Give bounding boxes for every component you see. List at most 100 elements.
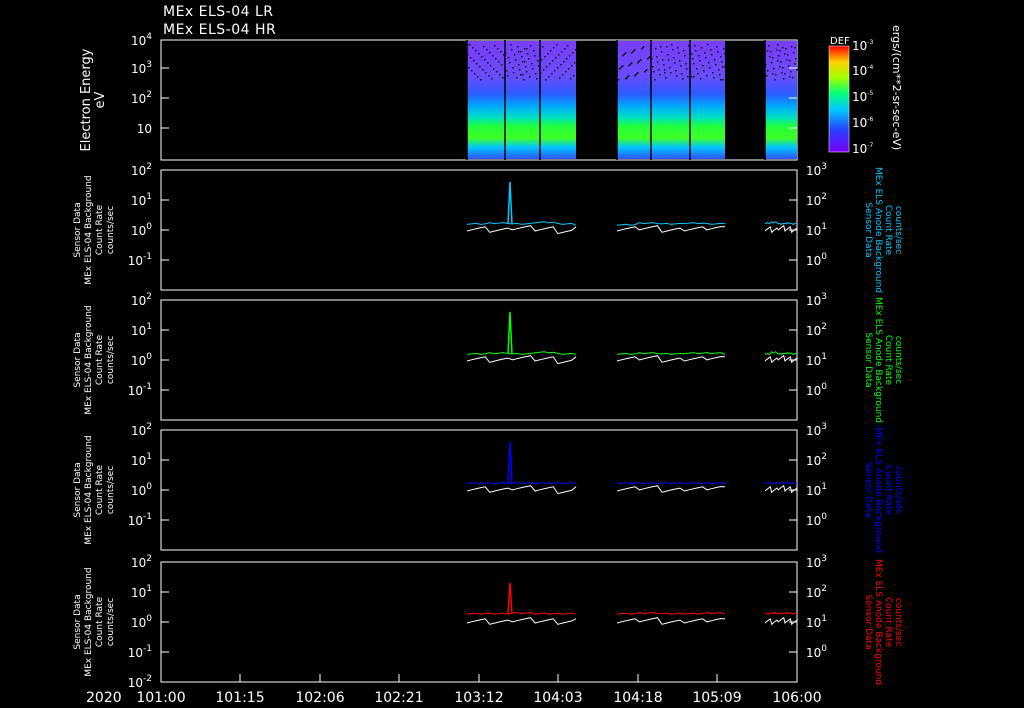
spectrogram-speck xyxy=(489,52,491,54)
spectrogram-speck xyxy=(509,62,511,64)
spectrogram-speck xyxy=(537,60,539,62)
spectrogram-speck xyxy=(571,65,573,67)
left-ytick-label: 101 xyxy=(131,584,152,600)
spectrogram-speck xyxy=(541,59,543,61)
spectrogram-speck xyxy=(697,73,699,75)
spectrogram-speck xyxy=(724,66,726,68)
panel-left-label: MEx ELS-04 Background xyxy=(84,435,94,544)
spectrogram-speck xyxy=(695,50,697,52)
spectrogram-block xyxy=(505,41,540,159)
spectrogram-speck xyxy=(777,60,779,62)
spectrogram-speck xyxy=(720,79,722,81)
spectrogram-speck xyxy=(693,63,695,65)
panel-right-label: Count Rate xyxy=(883,335,893,386)
spectrogram-speck xyxy=(714,59,716,61)
spectrogram-speck xyxy=(793,52,795,54)
spectrogram-speck xyxy=(719,74,721,76)
series-line xyxy=(466,355,577,365)
spectrogram-speck xyxy=(513,72,515,74)
spectrogram-speck xyxy=(781,72,783,74)
spectrogram-speck xyxy=(682,78,684,80)
series-line xyxy=(616,222,726,226)
spectrogram-speck xyxy=(690,71,692,73)
left-ytick-label: 10-2 xyxy=(128,674,152,690)
spectrogram-speck xyxy=(521,56,523,58)
spectrogram-speck xyxy=(634,75,636,77)
series-spike xyxy=(507,582,513,614)
x-tick-label: 102:21 xyxy=(374,690,423,706)
spectrogram-speck xyxy=(662,59,664,61)
x-tick-label: 104:03 xyxy=(533,690,582,706)
spectrogram-speck xyxy=(691,53,693,55)
spectrogram-speck xyxy=(701,47,703,49)
spectrogram-speck xyxy=(618,79,620,81)
spectrogram-speck xyxy=(773,68,775,70)
spectrogram-speck xyxy=(497,48,499,50)
spectrogram-speck xyxy=(556,44,558,46)
x-axis-year: 2020 xyxy=(86,690,122,706)
spectrogram-speck xyxy=(705,57,707,59)
series-line xyxy=(764,616,798,626)
spectrogram-speck xyxy=(791,46,793,48)
spectrogram-speck xyxy=(723,48,725,50)
spectrogram-speck xyxy=(572,52,574,54)
spectrogram-speck xyxy=(549,63,551,65)
spectrogram-speck xyxy=(575,49,577,51)
right-ytick-label: 103 xyxy=(806,554,827,570)
spectrogram-speck xyxy=(562,74,564,76)
colorbar: DEF 10-3 10-4 10-5 10-6 10-7 ergs/(cm**2-sr-… xyxy=(828,25,903,156)
panel-frame xyxy=(160,429,798,551)
spectrogram-speck xyxy=(517,46,519,48)
spectrogram-speck xyxy=(657,61,659,63)
spectrogram-speck xyxy=(569,55,571,57)
spectrogram-block xyxy=(651,41,690,159)
series-line xyxy=(764,611,798,615)
spectrogram-speck xyxy=(481,56,483,58)
spectrogram-speck xyxy=(700,78,702,80)
spectrogram-speck xyxy=(786,59,788,61)
count-rate-panel: 102 101 100 10-1 10-2 103 102 101 100 Sensor Data… xyxy=(73,554,903,690)
spectrogram-speck xyxy=(529,76,531,78)
panel-left-label: Count Rate xyxy=(95,596,105,647)
spectrogram-speck xyxy=(716,46,718,48)
spectrogram-speck xyxy=(777,44,779,46)
spectrogram-block xyxy=(765,41,797,159)
spectrogram-speck xyxy=(551,73,553,75)
spectrogram-speck xyxy=(664,69,666,71)
spectrogram-speck xyxy=(480,79,482,81)
spectrogram-speck xyxy=(493,68,495,70)
spectrogram-speck xyxy=(784,53,786,55)
panel-right-label: counts/sec xyxy=(893,466,903,514)
spectrogram-speck xyxy=(707,44,709,46)
series-line xyxy=(764,484,798,494)
spectrogram-speck xyxy=(475,50,477,52)
panel-left-label: Sensor Data xyxy=(73,594,83,649)
spectrogram-speck xyxy=(694,45,696,47)
spectrogram-speck xyxy=(709,67,711,69)
spectrogram-speck xyxy=(702,65,704,67)
spectrogram-panel: 104 103 102 10 Electron Energy eV xyxy=(79,32,798,161)
spectrogram-speck xyxy=(554,70,556,72)
x-tick-label: 101:15 xyxy=(215,690,264,706)
count-rate-panel: 10210110010-1103102101100Sensor Data MEx … xyxy=(73,162,903,293)
spectrogram-speck xyxy=(516,77,518,79)
count-rate-panel: 10210110010-1103102101100Sensor Data MEx … xyxy=(73,292,903,423)
spectrogram-speck xyxy=(679,60,681,62)
spectrogram-speck xyxy=(542,46,544,48)
spectrogram-speck xyxy=(527,53,529,55)
spectrogram-speck xyxy=(667,54,669,56)
spectrogram-speck xyxy=(511,49,513,51)
spectrogram-speck xyxy=(664,72,666,74)
spectrogram-speck xyxy=(625,78,627,80)
spectrogram-speck xyxy=(550,50,552,52)
spectrogram-speck xyxy=(794,47,796,49)
spectrogram-speck xyxy=(693,76,695,78)
spectrogram-speck xyxy=(544,56,546,58)
panel-right-label: Count Rate xyxy=(883,205,893,256)
spectrogram-speck xyxy=(522,74,524,76)
spectrogram-speck xyxy=(783,78,785,80)
spectrogram-speck xyxy=(652,66,654,68)
series-line xyxy=(466,482,577,485)
spectrogram-speck xyxy=(669,67,671,69)
spectrogram-speck xyxy=(796,69,798,71)
